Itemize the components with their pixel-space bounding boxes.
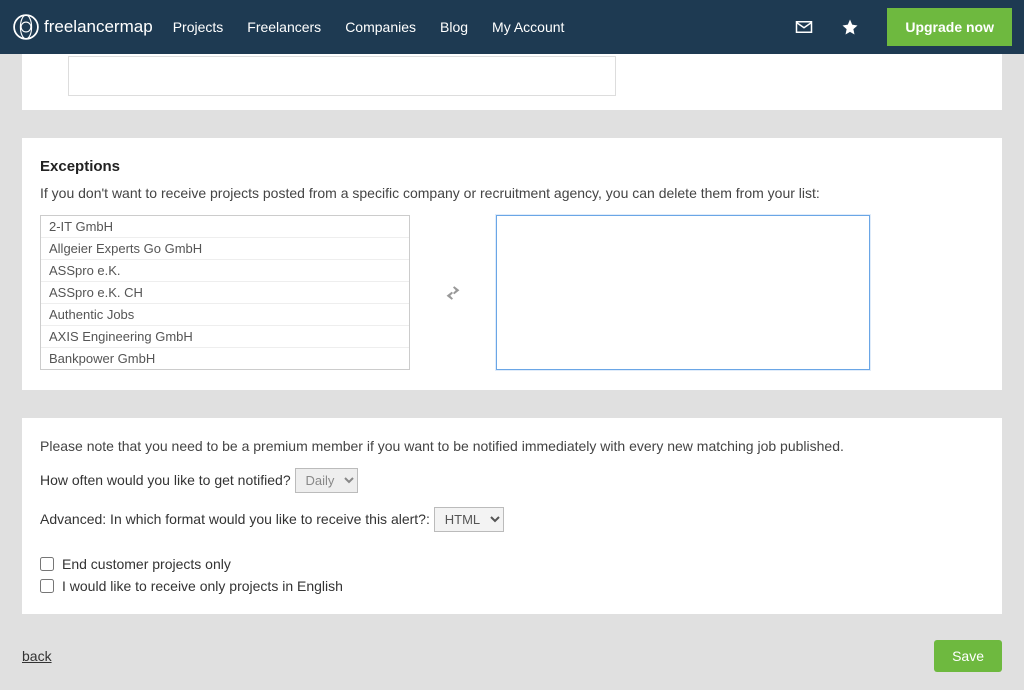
nav-link-blog[interactable]: Blog xyxy=(440,19,468,35)
nav-link-projects[interactable]: Projects xyxy=(173,19,224,35)
previous-textarea[interactable] xyxy=(68,56,616,96)
premium-note: Please note that you need to be a premiu… xyxy=(40,438,984,454)
navbar: freelancermap Projects Freelancers Compa… xyxy=(0,0,1024,54)
nav-right: Upgrade now xyxy=(795,8,1012,46)
company-item[interactable]: ASSpro e.K. xyxy=(41,260,409,282)
transfer-arrows-icon[interactable] xyxy=(410,282,496,304)
globe-icon xyxy=(12,13,40,41)
format-label: Advanced: In which format would you like… xyxy=(40,511,430,527)
frequency-label: How often would you like to get notified… xyxy=(40,472,291,488)
exceptions-section: 6 Exceptions If you don't want to receiv… xyxy=(22,138,1002,390)
notification-section: 7 Please note that you need to be a prem… xyxy=(22,418,1002,614)
end-customer-row: End customer projects only xyxy=(40,556,984,572)
star-icon[interactable] xyxy=(841,18,859,36)
brand-text: freelancermap xyxy=(44,17,153,37)
exceptions-description: If you don't want to receive projects po… xyxy=(40,185,984,201)
frequency-row: How often would you like to get notified… xyxy=(40,468,984,493)
english-only-checkbox[interactable] xyxy=(40,579,54,593)
page-container: 6 Exceptions If you don't want to receiv… xyxy=(22,54,1002,690)
end-customer-label: End customer projects only xyxy=(62,556,231,572)
previous-section-tail xyxy=(22,54,1002,110)
end-customer-checkbox[interactable] xyxy=(40,557,54,571)
company-item[interactable]: 2-IT GmbH xyxy=(41,216,409,238)
nav-link-myaccount[interactable]: My Account xyxy=(492,19,564,35)
nav-menu: Projects Freelancers Companies Blog My A… xyxy=(173,19,565,35)
company-item[interactable]: AXIS Engineering GmbH xyxy=(41,326,409,348)
frequency-select[interactable]: Daily xyxy=(295,468,358,493)
company-item[interactable]: ASSpro e.K. CH xyxy=(41,282,409,304)
footer-row: back Save xyxy=(22,614,1002,690)
mail-icon[interactable] xyxy=(795,18,813,36)
selected-companies-box[interactable] xyxy=(496,215,870,370)
company-transfer: 2-IT GmbHAllgeier Experts Go GmbHASSpro … xyxy=(40,215,984,370)
company-item[interactable]: Bankpower GmbH xyxy=(41,348,409,370)
nav-link-freelancers[interactable]: Freelancers xyxy=(247,19,321,35)
save-button[interactable]: Save xyxy=(934,640,1002,672)
format-select[interactable]: HTML xyxy=(434,507,504,532)
company-item[interactable]: Authentic Jobs xyxy=(41,304,409,326)
brand-logo[interactable]: freelancermap xyxy=(12,13,153,41)
format-row: Advanced: In which format would you like… xyxy=(40,507,984,532)
upgrade-button[interactable]: Upgrade now xyxy=(887,8,1012,46)
english-only-row: I would like to receive only projects in… xyxy=(40,578,984,594)
back-link[interactable]: back xyxy=(22,648,52,664)
nav-link-companies[interactable]: Companies xyxy=(345,19,416,35)
company-listbox[interactable]: 2-IT GmbHAllgeier Experts Go GmbHASSpro … xyxy=(40,215,410,370)
exceptions-title: Exceptions xyxy=(40,158,984,175)
english-only-label: I would like to receive only projects in… xyxy=(62,578,343,594)
company-item[interactable]: Allgeier Experts Go GmbH xyxy=(41,238,409,260)
